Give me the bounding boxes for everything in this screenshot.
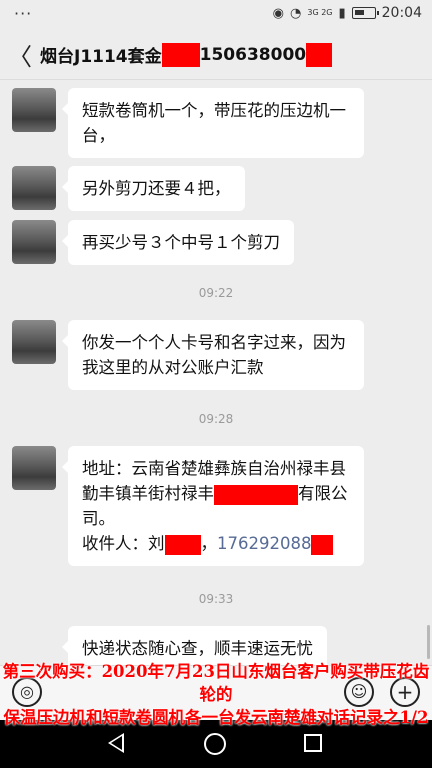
message-row: 地址：云南省楚雄彝族自治州禄丰县勤丰镇羊街村禄丰 有限公司。 收件人：刘 ，1762… xyxy=(12,446,364,566)
nav-recent-apps-icon[interactable] xyxy=(304,734,322,752)
message-bubble[interactable]: 地址：云南省楚雄彝族自治州禄丰县勤丰镇羊街村禄丰 有限公司。 收件人：刘 ，1762… xyxy=(62,446,364,566)
chat-header: 〈 烟台J1114套金 150638000 xyxy=(0,30,432,80)
message-row: 你发一个个人卡号和名字过来，因为我这里的从对公账户汇款 xyxy=(12,320,364,390)
notification-dots: ··· xyxy=(14,4,33,23)
message-row: 另外剪刀还要４把， xyxy=(12,166,245,211)
title-number: 150638000 xyxy=(199,44,307,65)
eye-icon: ◉ xyxy=(272,5,285,21)
network-label: 3G 2G xyxy=(307,8,333,17)
message-bubble[interactable]: 另外剪刀还要４把， xyxy=(62,166,245,211)
status-icons: ◉ ◔ 3G 2G ▮ 20:04 xyxy=(273,5,422,21)
overlay-caption: 第三次购买：2020年7月23日山东烟台客户购买带压花齿轮的 保温压边机和短款卷… xyxy=(0,660,432,729)
title-text: 烟台J1114套金 xyxy=(40,47,162,67)
signal-icon: ▮ xyxy=(338,5,346,21)
chat-title: 烟台J1114套金 150638000 xyxy=(40,42,333,67)
timestamp: 09:28 xyxy=(198,412,234,426)
message-bubble[interactable]: 再买少号３个中号１个剪刀 xyxy=(62,220,294,265)
back-arrow-icon[interactable]: 〈 xyxy=(0,37,40,72)
redaction-block xyxy=(164,534,201,555)
message-bubble[interactable]: 你发一个个人卡号和名字过来，因为我这里的从对公账户汇款 xyxy=(62,320,364,390)
wifi-icon: ◔ xyxy=(290,5,302,21)
message-row: 短款卷筒机一个，带压花的压边机一台， xyxy=(12,88,364,158)
contact-avatar[interactable] xyxy=(12,446,56,490)
battery-icon xyxy=(351,7,379,19)
contact-avatar[interactable] xyxy=(12,88,56,132)
timestamp: 09:33 xyxy=(198,592,234,606)
redaction-block xyxy=(161,42,200,67)
separator: ， xyxy=(200,534,218,553)
recipient-label: 收件人：刘 xyxy=(82,534,165,553)
caption-line: 第三次购买：2020年7月23日山东烟台客户购买带压花齿轮的 xyxy=(2,662,430,704)
redaction-block xyxy=(306,42,333,67)
redaction-block xyxy=(311,534,334,555)
contact-avatar[interactable] xyxy=(12,166,56,210)
nav-back-icon[interactable] xyxy=(108,733,124,753)
chat-area[interactable]: 短款卷筒机一个，带压花的压边机一台， 另外剪刀还要４把， 再买少号３个中号１个剪… xyxy=(0,80,432,692)
caption-line: 保温压边机和短款卷圆机各一台发云南楚雄对话记录之1/2 xyxy=(3,708,429,727)
message-bubble[interactable]: 短款卷筒机一个，带压花的压边机一台， xyxy=(62,88,364,158)
contact-avatar[interactable] xyxy=(12,320,56,364)
scrollbar[interactable] xyxy=(427,625,430,659)
message-row: 再买少号３个中号１个剪刀 xyxy=(12,220,294,265)
phone-link[interactable]: 176292088 xyxy=(217,534,311,553)
clock: 20:04 xyxy=(381,5,422,21)
status-bar: ··· ◉ ◔ 3G 2G ▮ 20:04 xyxy=(0,0,432,30)
contact-avatar[interactable] xyxy=(12,220,56,264)
timestamp: 09:22 xyxy=(198,286,234,300)
nav-home-icon[interactable] xyxy=(204,733,226,755)
redaction-block xyxy=(214,484,298,505)
